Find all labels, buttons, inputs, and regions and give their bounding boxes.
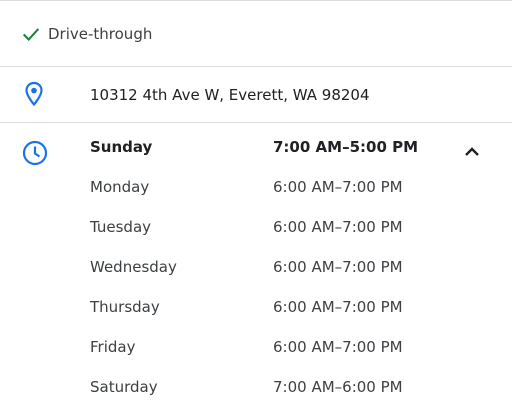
hours-value: 6:00 AM–7:00 PM bbox=[273, 218, 403, 236]
hours-row-monday: Monday 6:00 AM–7:00 PM bbox=[0, 166, 512, 206]
location-pin-icon bbox=[25, 81, 43, 107]
day-label: Wednesday bbox=[90, 258, 177, 276]
day-label: Monday bbox=[90, 178, 150, 196]
hours-row-friday: Friday 6:00 AM–7:00 PM bbox=[0, 326, 512, 366]
check-icon bbox=[22, 28, 40, 41]
hours-value: 6:00 AM–7:00 PM bbox=[273, 258, 403, 276]
hours-value: 6:00 AM–7:00 PM bbox=[273, 298, 403, 316]
day-label: Sunday bbox=[90, 138, 153, 156]
hours-row-tuesday: Tuesday 6:00 AM–7:00 PM bbox=[0, 206, 512, 246]
divider bbox=[0, 122, 512, 123]
hours-section: Sunday 7:00 AM–5:00 PM Monday 6:00 AM–7:… bbox=[0, 124, 512, 412]
hours-row-thursday: Thursday 6:00 AM–7:00 PM bbox=[0, 286, 512, 326]
day-label: Saturday bbox=[90, 378, 158, 396]
hours-row-sunday: Sunday 7:00 AM–5:00 PM bbox=[0, 126, 512, 166]
hours-row-wednesday: Wednesday 6:00 AM–7:00 PM bbox=[0, 246, 512, 286]
address-row[interactable]: 10312 4th Ave W, Everett, WA 98204 bbox=[0, 67, 512, 122]
feature-drive-through: Drive-through bbox=[0, 1, 512, 66]
hours-value: 7:00 AM–5:00 PM bbox=[273, 138, 419, 156]
hours-value: 7:00 AM–6:00 PM bbox=[273, 378, 403, 396]
address-text: 10312 4th Ave W, Everett, WA 98204 bbox=[90, 86, 370, 104]
hours-value: 6:00 AM–7:00 PM bbox=[273, 178, 403, 196]
feature-label: Drive-through bbox=[48, 25, 153, 43]
hours-value: 6:00 AM–7:00 PM bbox=[273, 338, 403, 356]
day-label: Thursday bbox=[90, 298, 160, 316]
day-label: Tuesday bbox=[90, 218, 152, 236]
day-label: Friday bbox=[90, 338, 136, 356]
hours-row-saturday: Saturday 7:00 AM–6:00 PM bbox=[0, 366, 512, 406]
